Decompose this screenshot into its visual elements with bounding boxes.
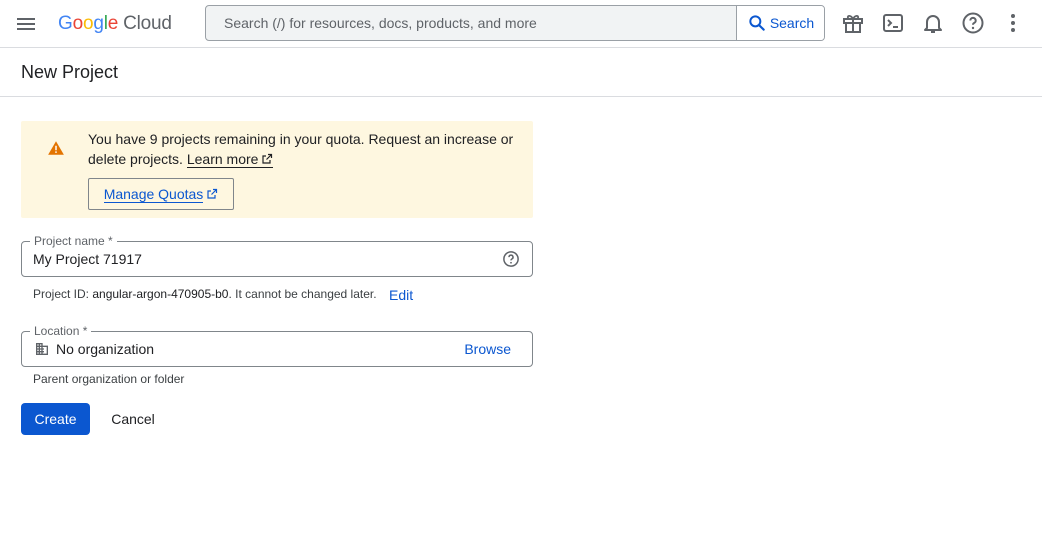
search-button-label: Search — [769, 15, 815, 31]
create-button[interactable]: Create — [21, 403, 90, 435]
page-header: New Project — [0, 48, 1042, 97]
project-name-input[interactable] — [33, 242, 493, 276]
notifications-icon[interactable] — [921, 11, 945, 35]
help-icon[interactable] — [502, 250, 520, 268]
help-icon[interactable] — [961, 11, 985, 35]
banner-message: You have 9 projects remaining in your qu… — [88, 129, 518, 169]
gift-icon[interactable] — [841, 11, 865, 35]
browse-button[interactable]: Browse — [464, 341, 511, 357]
location-value: No organization — [56, 341, 155, 357]
search-button[interactable]: Search — [736, 6, 824, 40]
project-name-field: Project name * — [21, 234, 533, 277]
location-label: Location * — [30, 324, 92, 338]
edit-project-id-link[interactable]: Edit — [389, 287, 413, 303]
organization-icon — [34, 341, 50, 357]
banner-text: You have 9 projects remaining in your qu… — [88, 131, 514, 167]
quota-warning-banner: You have 9 projects remaining in your qu… — [21, 121, 533, 218]
manage-quotas-button[interactable]: Manage Quotas — [88, 178, 234, 210]
cloud-shell-icon[interactable] — [881, 11, 905, 35]
page-title: New Project — [21, 62, 119, 82]
google-cloud-logo[interactable]: Google Cloud — [58, 10, 172, 38]
more-vert-icon[interactable] — [1001, 11, 1025, 35]
learn-more-link[interactable]: Learn more — [186, 151, 274, 168]
project-id-hint: Project ID: angular-argon-470905-b0. It … — [33, 287, 377, 301]
search-input[interactable] — [206, 6, 736, 40]
top-bar: Google Cloud Search — [0, 0, 1042, 48]
external-link-icon — [262, 153, 273, 164]
search-icon — [749, 15, 765, 31]
location-hint: Parent organization or folder — [33, 372, 185, 386]
project-id-value: angular-argon-470905-b0 — [92, 287, 229, 301]
external-link-icon — [207, 188, 218, 199]
location-field: Location * No organization Browse — [21, 324, 533, 367]
menu-icon[interactable] — [14, 12, 38, 36]
cancel-button[interactable]: Cancel — [104, 403, 162, 435]
search-box: Search — [205, 5, 825, 41]
warning-icon — [47, 139, 65, 157]
